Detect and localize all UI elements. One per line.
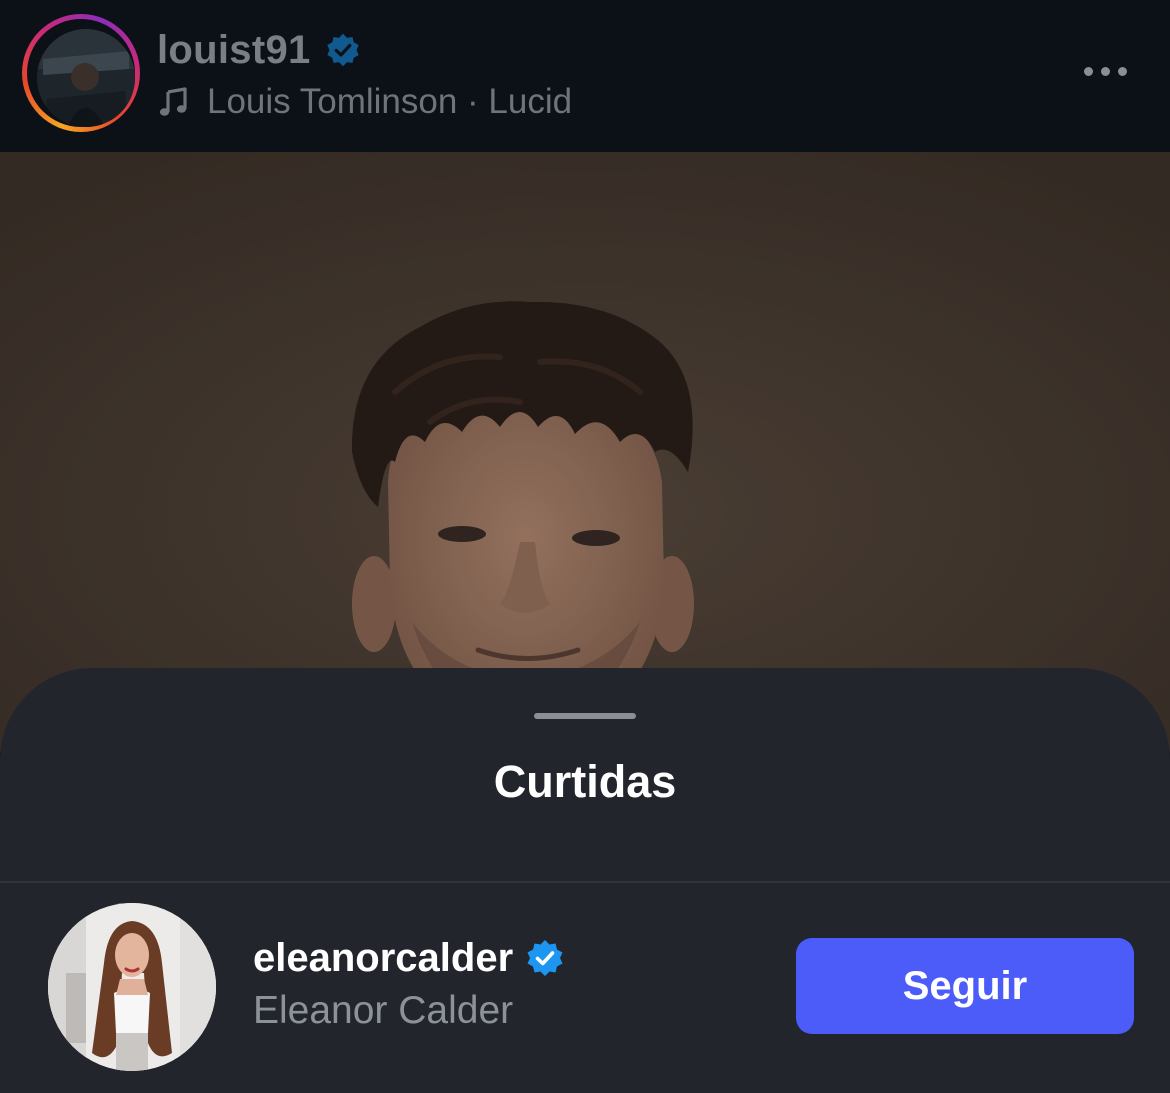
post-header: louist91 Louis Tomlinson · Lucid bbox=[0, 0, 1170, 152]
music-note-icon bbox=[159, 87, 187, 116]
instagram-post-screen: louist91 Louis Tomlinson · Lucid Curtida… bbox=[0, 0, 1170, 1093]
sheet-title: Curtidas bbox=[493, 756, 677, 807]
sheet-drag-handle[interactable] bbox=[534, 713, 636, 719]
liker-full-name: Eleanor Calder bbox=[253, 989, 514, 1032]
avatar[interactable] bbox=[48, 903, 216, 1071]
liker-username-row[interactable]: eleanorcalder bbox=[253, 933, 565, 983]
avatar-photo bbox=[37, 29, 135, 127]
more-options-icon bbox=[1083, 66, 1093, 76]
song-label[interactable]: Louis Tomlinson · Lucid bbox=[207, 82, 572, 122]
more-options-button[interactable] bbox=[1072, 54, 1138, 88]
post-image[interactable] bbox=[0, 152, 1170, 752]
music-attribution[interactable]: Louis Tomlinson · Lucid bbox=[157, 80, 572, 124]
liker-avatar-photo bbox=[48, 903, 216, 1071]
verified-badge-icon bbox=[527, 940, 563, 976]
post-author-row[interactable]: louist91 bbox=[157, 26, 361, 74]
post-author-avatar[interactable] bbox=[37, 29, 135, 127]
post-author-username[interactable]: louist91 bbox=[157, 28, 311, 73]
verified-badge-icon bbox=[326, 33, 359, 67]
story-ring[interactable] bbox=[22, 14, 140, 132]
likes-sheet: Curtidas eleanorcalder Eleanor Calder Se… bbox=[0, 668, 1170, 1093]
follow-button[interactable]: Seguir bbox=[796, 938, 1134, 1034]
liker-username[interactable]: eleanorcalder bbox=[253, 936, 513, 981]
list-item[interactable]: eleanorcalder Eleanor Calder Seguir bbox=[0, 883, 1170, 1093]
